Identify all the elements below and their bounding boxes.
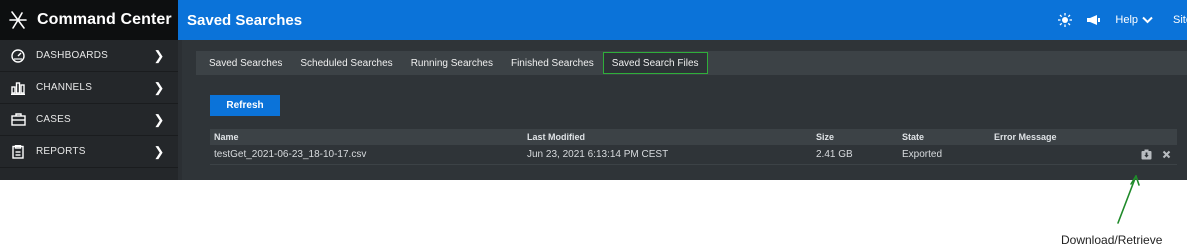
brand[interactable]: Command Center [0, 0, 178, 40]
sidebar-item-label: CASES [36, 114, 71, 125]
tab-bar: Saved Searches Scheduled Searches Runnin… [196, 51, 1187, 75]
cell-name: testGet_2021-06-23_18-10-17.csv [214, 149, 367, 160]
tab-running-searches[interactable]: Running Searches [402, 52, 502, 74]
table-header: Name Last Modified Size State Error Mess… [210, 129, 1177, 145]
help-label: Help [1115, 14, 1139, 26]
app-window: Command Center DASHBOARDS ❯ CHANNELS ❯ C… [0, 0, 1187, 180]
main-content: Saved Searches Scheduled Searches Runnin… [182, 40, 1187, 180]
command-center-logo-icon [9, 11, 27, 29]
sidebar: Command Center DASHBOARDS ❯ CHANNELS ❯ C… [0, 0, 178, 180]
refresh-button[interactable]: Refresh [210, 95, 280, 116]
top-header: Saved Searches Help Site [178, 0, 1187, 40]
site-menu[interactable]: Site [1173, 14, 1187, 26]
sidebar-item-label: DASHBOARDS [36, 50, 109, 61]
megaphone-icon[interactable] [1086, 14, 1101, 26]
cell-state: Exported [902, 149, 943, 160]
column-header-state[interactable]: State [902, 132, 994, 142]
tab-finished-searches[interactable]: Finished Searches [502, 52, 603, 74]
column-header-size[interactable]: Size [816, 132, 902, 142]
delete-icon[interactable] [1162, 150, 1171, 159]
chevron-down-icon [1142, 16, 1153, 24]
chevron-right-icon: ❯ [153, 47, 165, 63]
brightness-icon[interactable] [1058, 13, 1073, 27]
bar-chart-icon [10, 80, 26, 96]
tab-saved-search-files[interactable]: Saved Search Files [602, 52, 708, 74]
download-retrieve-icon[interactable] [1141, 149, 1152, 160]
cell-last-modified: Jun 23, 2021 6:13:14 PM CEST [527, 149, 669, 160]
tab-saved-searches[interactable]: Saved Searches [200, 52, 291, 74]
row-actions [1124, 149, 1177, 160]
sidebar-item-partial[interactable] [0, 168, 178, 174]
annotation-label: Download/Retrieve [1061, 233, 1163, 247]
column-header-error-message[interactable]: Error Message [994, 132, 1124, 142]
chevron-right-icon: ❯ [153, 79, 165, 95]
chevron-right-icon: ❯ [153, 111, 165, 127]
dashboard-icon [10, 48, 26, 64]
sidebar-item-channels[interactable]: CHANNELS ❯ [0, 72, 178, 104]
annotation-arrow-icon [1117, 175, 1140, 224]
column-header-last-modified[interactable]: Last Modified [527, 132, 816, 142]
sidebar-item-dashboards[interactable]: DASHBOARDS ❯ [0, 40, 178, 72]
chevron-right-icon: ❯ [153, 143, 165, 159]
page-title: Saved Searches [187, 11, 303, 29]
sidebar-item-reports[interactable]: REPORTS ❯ [0, 136, 178, 168]
sidebar-item-label: REPORTS [36, 146, 86, 157]
brand-title: Command Center [37, 11, 172, 28]
table-row[interactable]: testGet_2021-06-23_18-10-17.csv Jun 23, … [210, 145, 1177, 165]
briefcase-icon [10, 112, 26, 128]
column-header-name[interactable]: Name [210, 132, 527, 142]
tab-scheduled-searches[interactable]: Scheduled Searches [291, 52, 401, 74]
report-icon [10, 144, 26, 160]
sidebar-item-cases[interactable]: CASES ❯ [0, 104, 178, 136]
help-menu[interactable]: Help [1115, 14, 1153, 26]
cell-size: 2.41 GB [816, 149, 853, 160]
files-table: Name Last Modified Size State Error Mess… [210, 129, 1177, 165]
sidebar-item-label: CHANNELS [36, 82, 93, 93]
